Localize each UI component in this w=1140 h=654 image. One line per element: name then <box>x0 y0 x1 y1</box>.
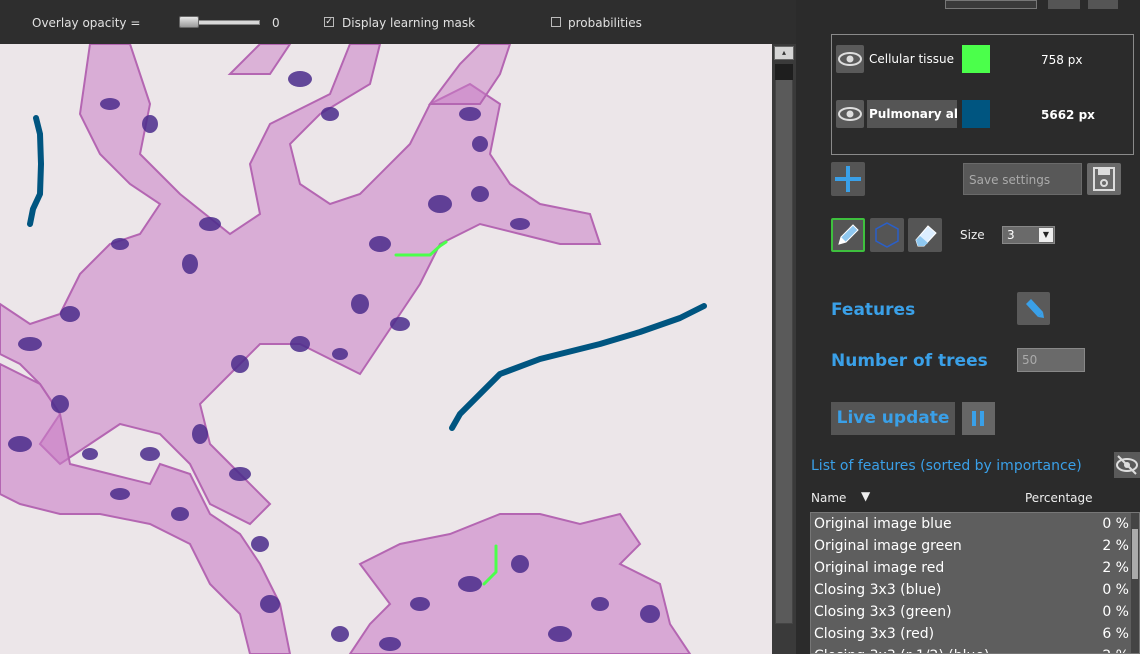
eraser-icon <box>915 225 937 247</box>
column-header-percentage[interactable]: Percentage <box>1025 491 1093 505</box>
class-color-swatch[interactable] <box>962 100 990 128</box>
class-color-swatch[interactable] <box>962 45 990 73</box>
histology-image <box>0 44 772 654</box>
floppy-disk-icon <box>1093 167 1115 191</box>
class-name-pulmonary[interactable]: Pulmonary alv <box>867 100 957 128</box>
eraser-tool-button[interactable] <box>908 218 942 252</box>
feature-name: Original image red <box>814 560 945 576</box>
pause-icon <box>972 411 976 426</box>
table-row[interactable]: Original image blue 0 % <box>811 513 1139 535</box>
table-row[interactable]: Original image red 2 % <box>811 557 1139 579</box>
feature-name: Original image green <box>814 538 962 554</box>
features-edit-button[interactable] <box>1017 292 1050 325</box>
chevron-down-icon[interactable]: ▼ <box>1039 228 1053 242</box>
table-row[interactable]: Closing 3x3 (blue) 0 % <box>811 579 1139 601</box>
right-panel: Cellular tissue 758 px Pulmonary alv 566… <box>796 0 1140 654</box>
number-of-trees-label: Number of trees <box>831 351 988 371</box>
scroll-up-button[interactable]: ▴ <box>774 46 794 60</box>
feature-table[interactable]: Original image blue 0 % Original image gr… <box>810 512 1140 654</box>
feature-percentage: 2 % <box>1102 645 1129 653</box>
top-combo-box[interactable] <box>945 0 1037 9</box>
class-pixel-count: 5662 px <box>1041 108 1095 122</box>
pause-button[interactable] <box>962 402 995 435</box>
feature-name: Closing 3x3 (blue) <box>814 582 942 598</box>
brush-size-select[interactable]: 3 ▼ <box>1002 226 1055 244</box>
pencil-icon <box>838 224 859 245</box>
eye-icon[interactable] <box>836 45 864 73</box>
eye-icon[interactable] <box>836 100 864 128</box>
add-class-button[interactable] <box>831 162 865 196</box>
class-list: Cellular tissue 758 px Pulmonary alv 566… <box>831 34 1134 155</box>
probabilities-checkbox[interactable] <box>551 17 561 27</box>
feature-name: Closing 3x3 (green) <box>814 604 952 620</box>
class-pixel-count: 758 px <box>1041 53 1083 67</box>
display-mask-checkbox[interactable]: ✓ <box>324 17 334 27</box>
table-row[interactable]: Closing 3x3 (green) 0 % <box>811 601 1139 623</box>
feature-percentage: 0 % <box>1102 516 1129 532</box>
hexagon-icon <box>875 222 899 248</box>
overlay-opacity-handle[interactable] <box>179 16 199 28</box>
features-heading: Features <box>831 300 916 320</box>
brush-size-label: Size <box>960 228 985 242</box>
sort-arrow-icon[interactable]: ▼ <box>861 489 870 503</box>
save-settings-button[interactable]: Save settings <box>963 163 1082 195</box>
feature-list-title: List of features (sorted by importance) <box>811 458 1082 474</box>
feature-percentage: 6 % <box>1102 626 1129 642</box>
feature-name: Closing 3x3 (r 1/2) (blue) <box>814 645 989 653</box>
probabilities-label: probabilities <box>568 16 642 30</box>
table-row[interactable]: Closing 3x3 (red) 6 % <box>811 623 1139 645</box>
brush-size-value: 3 <box>1007 228 1015 242</box>
column-header-name[interactable]: Name <box>811 491 846 505</box>
eye-slash-icon <box>1116 455 1138 475</box>
class-name-cellular-tissue[interactable]: Cellular tissue <box>867 45 962 73</box>
feature-table-scrollbar[interactable] <box>1131 513 1139 653</box>
feature-percentage: 0 % <box>1102 604 1129 620</box>
scrollbar-thumb-cap <box>775 64 793 80</box>
overlay-opacity-label: Overlay opacity = <box>32 16 141 30</box>
pencil-tool-button[interactable] <box>831 218 865 252</box>
save-disk-button[interactable] <box>1087 163 1121 195</box>
overlay-opacity-value: 0 <box>272 16 280 30</box>
live-update-button[interactable]: Live update <box>831 402 955 435</box>
table-row[interactable]: Original image green 2 % <box>811 535 1139 557</box>
image-vertical-scrollbar[interactable]: ▴ <box>772 44 796 654</box>
feature-percentage: 2 % <box>1102 538 1129 554</box>
image-canvas[interactable] <box>0 44 772 654</box>
hide-features-button[interactable] <box>1114 452 1140 478</box>
number-of-trees-input[interactable]: 50 <box>1017 348 1085 372</box>
pause-icon-bar <box>980 411 984 426</box>
polygon-tool-button[interactable] <box>870 218 904 252</box>
pencil-icon <box>1026 299 1044 318</box>
confirm-icon[interactable] <box>1048 0 1080 9</box>
display-mask-label: Display learning mask <box>342 16 476 30</box>
table-row[interactable]: Closing 3x3 (r 1/2) (blue) 2 % <box>811 645 1139 653</box>
feature-table-scroll-thumb[interactable] <box>1132 529 1138 579</box>
top-toolbar: Overlay opacity = 0 ✓ Display learning m… <box>0 0 800 44</box>
plus-icon <box>835 166 861 192</box>
cancel-icon[interactable] <box>1088 0 1118 9</box>
feature-percentage: 2 % <box>1102 560 1129 576</box>
feature-percentage: 0 % <box>1102 582 1129 598</box>
feature-name: Closing 3x3 (red) <box>814 626 935 642</box>
feature-name: Original image blue <box>814 516 952 532</box>
scrollbar-thumb[interactable] <box>775 64 793 624</box>
